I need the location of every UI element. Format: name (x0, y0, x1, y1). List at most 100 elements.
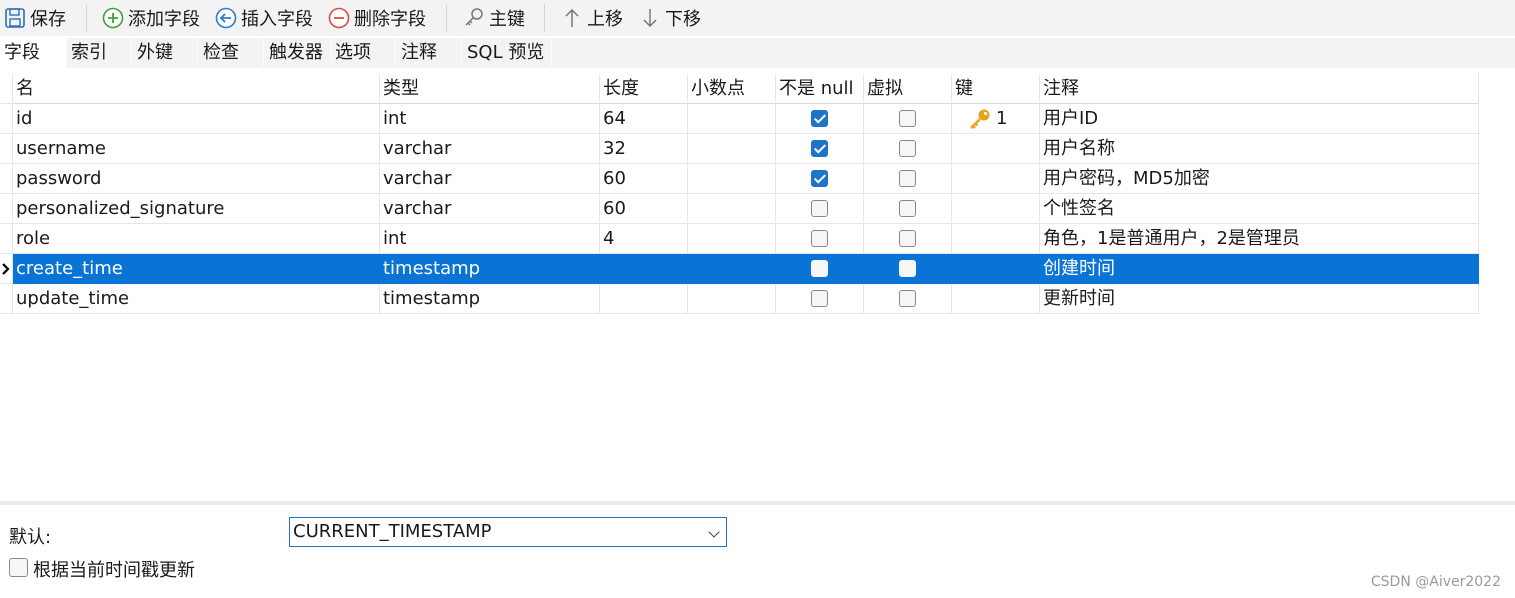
cell-virtual[interactable] (864, 284, 952, 314)
cell-key[interactable] (952, 254, 1040, 284)
cell-key[interactable] (952, 224, 1040, 254)
cell-decimals[interactable] (688, 254, 776, 284)
cell-virtual[interactable] (864, 224, 952, 254)
cell-key[interactable] (952, 284, 1040, 314)
move-up-button[interactable]: 上移 (561, 3, 623, 33)
virtual-checkbox[interactable] (899, 260, 916, 277)
cell-name[interactable]: update_time (13, 284, 380, 314)
default-value-select[interactable]: CURRENT_TIMESTAMP (289, 517, 727, 547)
cell-virtual[interactable] (864, 194, 952, 224)
tab-fields[interactable]: 字段 (0, 38, 67, 68)
cell-name[interactable]: personalized_signature (13, 194, 380, 224)
virtual-checkbox[interactable] (899, 290, 916, 307)
cell-not-null[interactable] (776, 134, 864, 164)
table-row[interactable]: role int 4 角色，1是普通用户，2是管理员 (0, 224, 1479, 254)
row-header[interactable] (0, 134, 13, 164)
cell-virtual[interactable] (864, 164, 952, 194)
cell-comment[interactable]: 创建时间 (1040, 254, 1479, 284)
not-null-checkbox[interactable] (811, 260, 828, 277)
column-header-length[interactable]: 长度 (600, 74, 688, 104)
table-row[interactable]: update_time timestamp 更新时间 (0, 284, 1479, 314)
cell-virtual[interactable] (864, 254, 952, 284)
cell-comment[interactable]: 用户密码，MD5加密 (1040, 164, 1479, 194)
cell-decimals[interactable] (688, 134, 776, 164)
cell-type[interactable]: varchar (380, 194, 600, 224)
cell-length[interactable] (600, 284, 688, 314)
column-header-not-null[interactable]: 不是 null (776, 74, 864, 104)
not-null-checkbox[interactable] (811, 290, 828, 307)
cell-not-null[interactable] (776, 104, 864, 134)
primary-key-button[interactable]: 主键 (463, 3, 525, 33)
cell-comment[interactable]: 更新时间 (1040, 284, 1479, 314)
cell-comment[interactable]: 用户名称 (1040, 134, 1479, 164)
column-header-decimals[interactable]: 小数点 (688, 74, 776, 104)
cell-decimals[interactable] (688, 224, 776, 254)
cell-virtual[interactable] (864, 104, 952, 134)
cell-name[interactable]: create_time (13, 254, 380, 284)
cell-decimals[interactable] (688, 104, 776, 134)
tab-triggers[interactable]: 触发器 (265, 38, 332, 68)
cell-type[interactable]: int (380, 224, 600, 254)
cell-type[interactable]: varchar (380, 164, 600, 194)
cell-name[interactable]: password (13, 164, 380, 194)
insert-field-button[interactable]: 插入字段 (215, 3, 313, 33)
cell-comment[interactable]: 个性签名 (1040, 194, 1479, 224)
cell-length[interactable]: 60 (600, 194, 688, 224)
virtual-checkbox[interactable] (899, 110, 916, 127)
cell-type[interactable]: varchar (380, 134, 600, 164)
row-header[interactable] (0, 284, 13, 314)
column-header-virtual[interactable]: 虚拟 (864, 74, 952, 104)
table-row[interactable]: username varchar 32 用户名称 (0, 134, 1479, 164)
cell-name[interactable]: id (13, 104, 380, 134)
cell-length[interactable]: 32 (600, 134, 688, 164)
move-down-button[interactable]: 下移 (639, 3, 701, 33)
cell-not-null[interactable] (776, 254, 864, 284)
cell-name[interactable]: role (13, 224, 380, 254)
not-null-checkbox[interactable] (811, 230, 828, 247)
cell-not-null[interactable] (776, 164, 864, 194)
not-null-checkbox[interactable] (811, 200, 828, 217)
cell-comment[interactable]: 角色，1是普通用户，2是管理员 (1040, 224, 1479, 254)
cell-key[interactable]: 1 (952, 104, 1040, 134)
column-header-name[interactable]: 名 (13, 74, 380, 104)
cell-name[interactable]: username (13, 134, 380, 164)
virtual-checkbox[interactable] (899, 230, 916, 247)
tab-sql-preview[interactable]: SQL 预览 (463, 38, 552, 68)
cell-decimals[interactable] (688, 284, 776, 314)
save-button[interactable]: 保存 (4, 3, 66, 33)
update-on-timestamp-checkbox[interactable] (9, 558, 28, 577)
cell-type[interactable]: int (380, 104, 600, 134)
cell-not-null[interactable] (776, 284, 864, 314)
column-header-comment[interactable]: 注释 (1040, 74, 1479, 104)
table-row[interactable]: personalized_signature varchar 60 个性签名 (0, 194, 1479, 224)
delete-field-button[interactable]: 删除字段 (328, 3, 426, 33)
table-row[interactable]: id int 64 1 用户ID (0, 104, 1479, 134)
cell-type[interactable]: timestamp (380, 284, 600, 314)
table-row[interactable]: create_time timestamp 创建时间 (0, 254, 1479, 284)
table-row[interactable]: password varchar 60 用户密码，MD5加密 (0, 164, 1479, 194)
row-header[interactable] (0, 104, 13, 134)
row-header[interactable] (0, 224, 13, 254)
cell-not-null[interactable] (776, 224, 864, 254)
cell-length[interactable]: 64 (600, 104, 688, 134)
not-null-checkbox[interactable] (811, 110, 828, 127)
cell-type[interactable]: timestamp (380, 254, 600, 284)
not-null-checkbox[interactable] (811, 140, 828, 157)
cell-decimals[interactable] (688, 164, 776, 194)
row-header[interactable] (0, 164, 13, 194)
cell-not-null[interactable] (776, 194, 864, 224)
cell-length[interactable]: 60 (600, 164, 688, 194)
cell-key[interactable] (952, 134, 1040, 164)
cell-virtual[interactable] (864, 134, 952, 164)
tab-indexes[interactable]: 索引 (67, 38, 132, 68)
cell-comment[interactable]: 用户ID (1040, 104, 1479, 134)
row-header[interactable] (0, 254, 13, 284)
column-header-type[interactable]: 类型 (380, 74, 600, 104)
cell-length[interactable] (600, 254, 688, 284)
cell-decimals[interactable] (688, 194, 776, 224)
cell-length[interactable]: 4 (600, 224, 688, 254)
tab-foreign-keys[interactable]: 外键 (133, 38, 198, 68)
tab-options[interactable]: 选项 (331, 38, 396, 68)
not-null-checkbox[interactable] (811, 170, 828, 187)
tab-checks[interactable]: 检查 (199, 38, 264, 68)
